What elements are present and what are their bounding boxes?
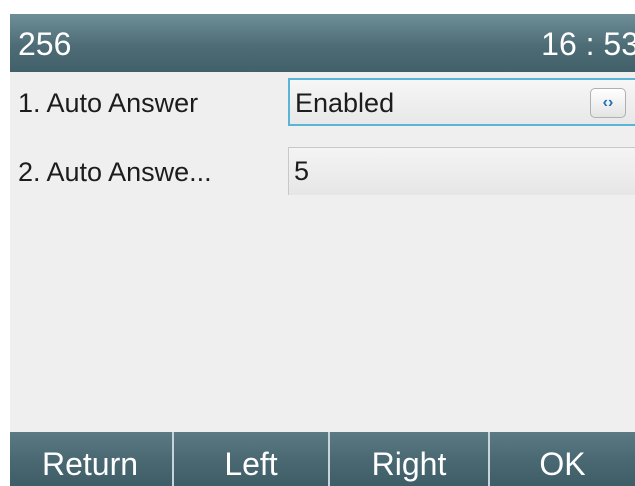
return-softkey[interactable]: Return bbox=[10, 432, 170, 486]
auto-answer-time-value: 5 bbox=[294, 156, 310, 186]
setting-row-auto-answer-time[interactable]: 2. Auto Answe... 5 bbox=[10, 147, 635, 201]
ok-softkey[interactable]: OK bbox=[488, 432, 635, 486]
right-softkey[interactable]: Right bbox=[328, 432, 488, 486]
left-softkey[interactable]: Left bbox=[172, 432, 328, 486]
setting-row-auto-answer[interactable]: 1. Auto Answer Enabled ‹› bbox=[10, 78, 635, 132]
status-bar: 256 16 : 53 bbox=[10, 14, 635, 72]
auto-answer-value: Enabled bbox=[295, 88, 395, 118]
auto-answer-time-input[interactable]: 5 bbox=[288, 147, 635, 195]
setting-label-auto-answer: 1. Auto Answer bbox=[18, 88, 199, 118]
auto-answer-select[interactable]: Enabled ‹› bbox=[288, 78, 635, 126]
softkey-bar: Return Left Right OK bbox=[10, 432, 635, 486]
setting-label-auto-answer-time: 2. Auto Answe... bbox=[18, 157, 212, 187]
extension-number: 256 bbox=[18, 26, 72, 62]
clock: 16 : 53 bbox=[541, 26, 635, 62]
phone-screen: 256 16 : 53 1. Auto Answer Enabled ‹› 2.… bbox=[10, 14, 635, 486]
left-right-switch-icon[interactable]: ‹› bbox=[590, 88, 626, 118]
